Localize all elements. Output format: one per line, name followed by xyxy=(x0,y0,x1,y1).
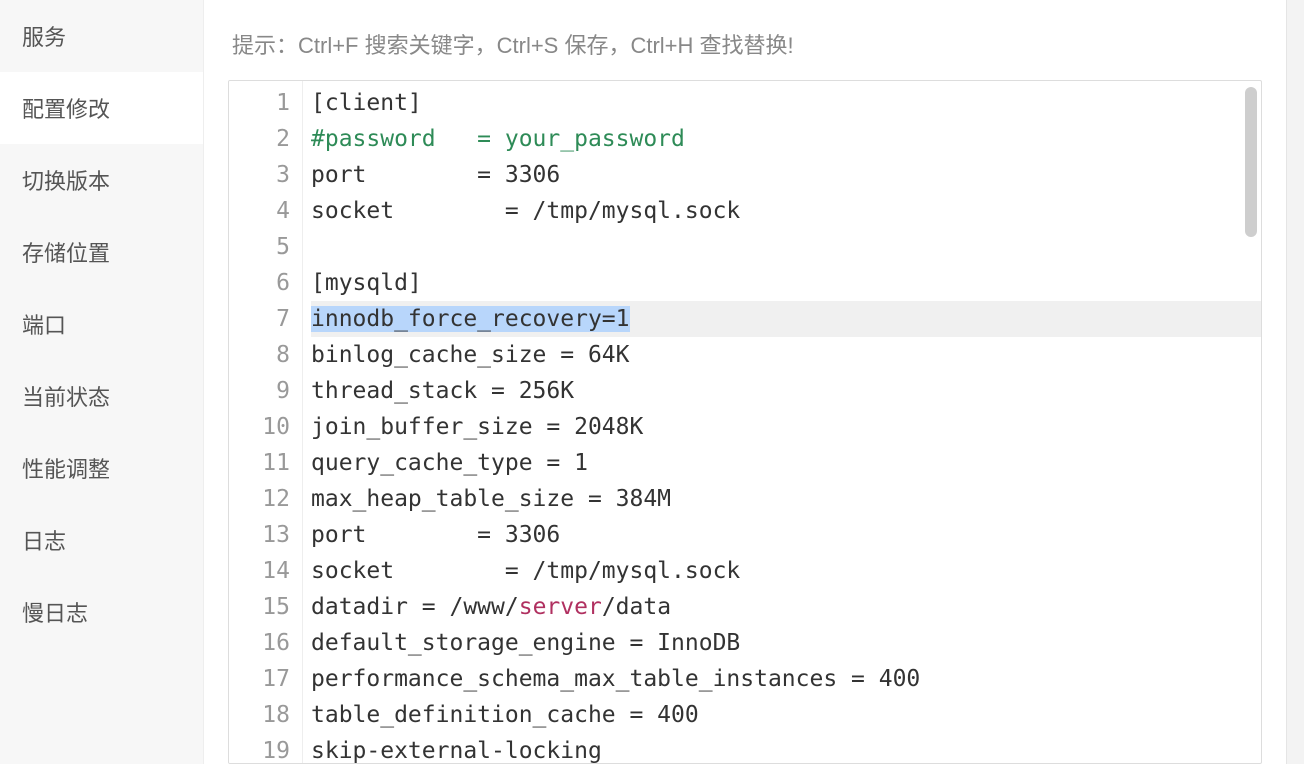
gutter-line: 13 xyxy=(229,517,290,553)
gutter-line: 6 xyxy=(229,265,290,301)
code-line[interactable]: skip-external-locking xyxy=(311,733,1261,763)
editor-code-area[interactable]: [client]#password = your_passwordport = … xyxy=(303,81,1261,763)
code-line[interactable]: performance_schema_max_table_instances =… xyxy=(311,661,1261,697)
gutter-line: 7 xyxy=(229,301,290,337)
code-line[interactable]: [client] xyxy=(311,85,1261,121)
sidebar-item-0[interactable]: 服务 xyxy=(0,0,203,72)
sidebar-item-5[interactable]: 当前状态 xyxy=(0,360,203,432)
sidebar-item-3[interactable]: 存储位置 xyxy=(0,216,203,288)
editor-gutter: 12345678910111213141516171819 xyxy=(229,81,303,763)
hint-text: 提示：Ctrl+F 搜索关键字，Ctrl+S 保存，Ctrl+H 查找替换! xyxy=(204,0,1286,70)
sidebar-item-6[interactable]: 性能调整 xyxy=(0,432,203,504)
code-line[interactable]: socket = /tmp/mysql.sock xyxy=(311,193,1261,229)
gutter-line: 17 xyxy=(229,661,290,697)
gutter-line: 15 xyxy=(229,589,290,625)
main-panel: 提示：Ctrl+F 搜索关键字，Ctrl+S 保存，Ctrl+H 查找替换! 1… xyxy=(204,0,1286,764)
code-line[interactable]: port = 3306 xyxy=(311,517,1261,553)
code-editor[interactable]: 12345678910111213141516171819 [client]#p… xyxy=(229,81,1261,763)
gutter-line: 4 xyxy=(229,193,290,229)
gutter-line: 10 xyxy=(229,409,290,445)
code-line[interactable]: join_buffer_size = 2048K xyxy=(311,409,1261,445)
gutter-line: 9 xyxy=(229,373,290,409)
code-line[interactable]: port = 3306 xyxy=(311,157,1261,193)
code-line[interactable]: max_heap_table_size = 384M xyxy=(311,481,1261,517)
gutter-line: 14 xyxy=(229,553,290,589)
sidebar-item-2[interactable]: 切换版本 xyxy=(0,144,203,216)
gutter-line: 19 xyxy=(229,733,290,763)
sidebar: 服务配置修改切换版本存储位置端口当前状态性能调整日志慢日志 xyxy=(0,0,204,764)
gutter-line: 11 xyxy=(229,445,290,481)
gutter-line: 3 xyxy=(229,157,290,193)
gutter-line: 18 xyxy=(229,697,290,733)
code-line[interactable]: [mysqld] xyxy=(311,265,1261,301)
gutter-line: 8 xyxy=(229,337,290,373)
sidebar-item-4[interactable]: 端口 xyxy=(0,288,203,360)
editor-container: 12345678910111213141516171819 [client]#p… xyxy=(228,80,1262,764)
gutter-line: 12 xyxy=(229,481,290,517)
code-line[interactable]: datadir = /www/server/data xyxy=(311,589,1261,625)
code-line[interactable]: default_storage_engine = InnoDB xyxy=(311,625,1261,661)
app-root: 服务配置修改切换版本存储位置端口当前状态性能调整日志慢日志 提示：Ctrl+F … xyxy=(0,0,1304,764)
code-line[interactable]: thread_stack = 256K xyxy=(311,373,1261,409)
gutter-line: 16 xyxy=(229,625,290,661)
sidebar-item-7[interactable]: 日志 xyxy=(0,504,203,576)
code-line[interactable]: query_cache_type = 1 xyxy=(311,445,1261,481)
code-line[interactable]: #password = your_password xyxy=(311,121,1261,157)
code-line[interactable] xyxy=(311,229,1261,265)
gutter-line: 2 xyxy=(229,121,290,157)
code-line[interactable]: socket = /tmp/mysql.sock xyxy=(311,553,1261,589)
code-line[interactable]: table_definition_cache = 400 xyxy=(311,697,1261,733)
code-line[interactable]: binlog_cache_size = 64K xyxy=(311,337,1261,373)
vertical-scrollbar[interactable] xyxy=(1245,87,1257,237)
gutter-line: 1 xyxy=(229,85,290,121)
sidebar-item-1[interactable]: 配置修改 xyxy=(0,72,203,144)
code-line[interactable]: innodb_force_recovery=1 xyxy=(311,301,1261,337)
gutter-line: 5 xyxy=(229,229,290,265)
right-edge-strip xyxy=(1286,0,1304,764)
sidebar-item-8[interactable]: 慢日志 xyxy=(0,576,203,648)
